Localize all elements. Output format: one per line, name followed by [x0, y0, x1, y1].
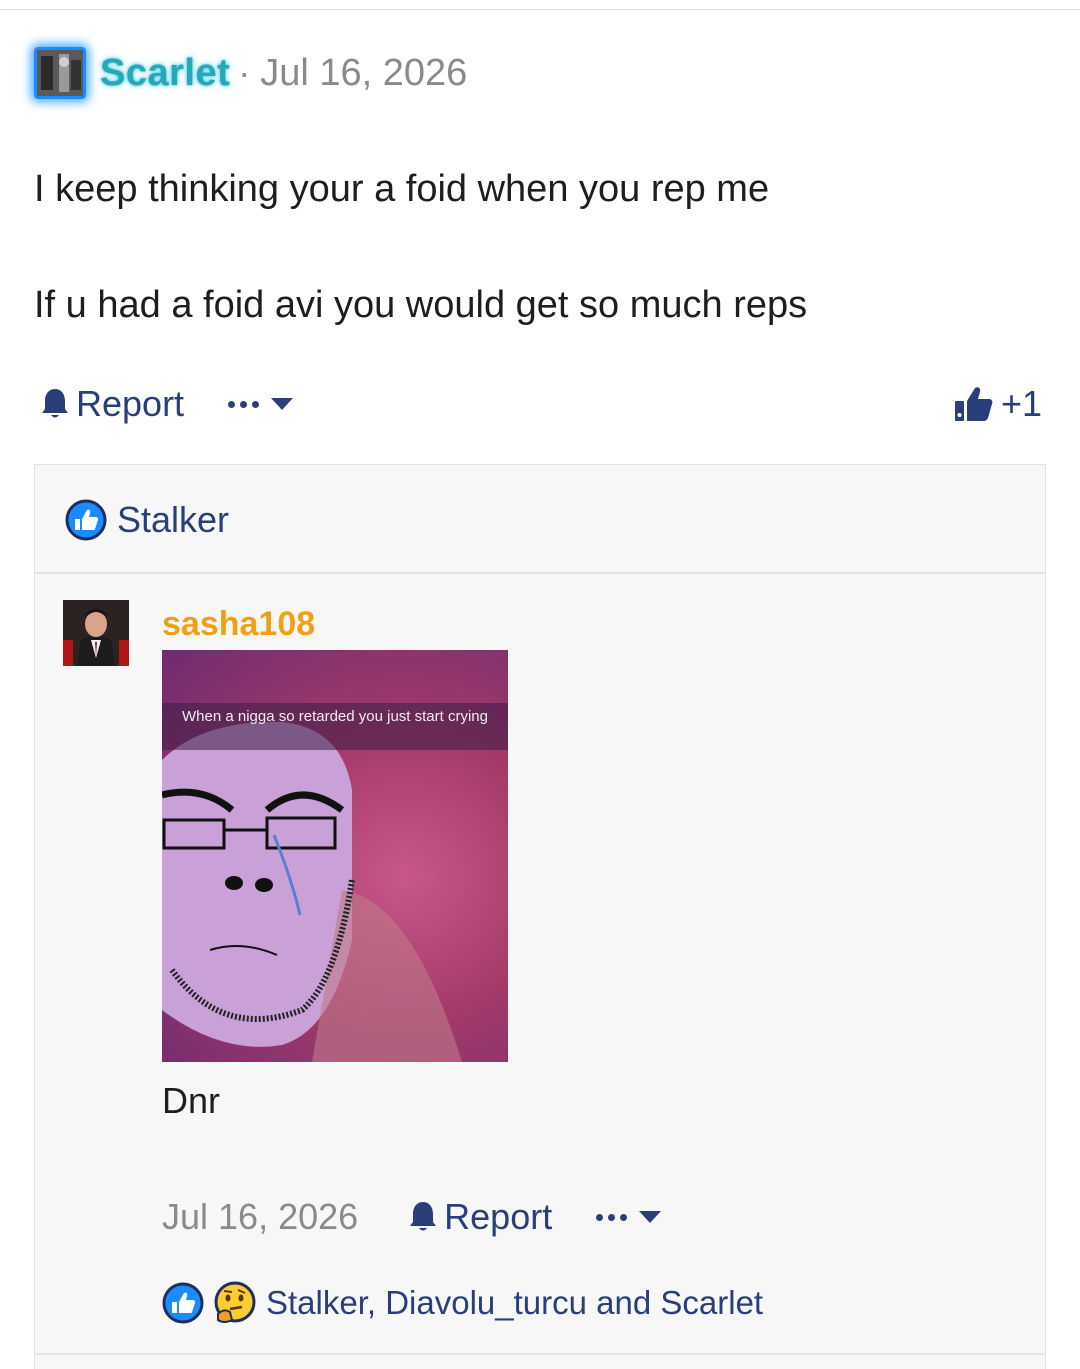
post-actions: Report — [40, 383, 294, 425]
chevron-down-icon — [639, 1211, 662, 1223]
ellipsis-icon — [228, 400, 260, 408]
ellipsis-icon — [596, 1213, 628, 1221]
bell-icon — [410, 1202, 437, 1231]
post-date[interactable]: Jul 16, 2026 — [260, 52, 467, 95]
like-icon — [65, 499, 107, 541]
reply-report-link[interactable]: Report — [408, 1196, 552, 1238]
meme-caption: When a nigga so retarded you just start … — [162, 703, 508, 750]
reply-text: Dnr — [162, 1080, 221, 1121]
bottom-divider — [34, 1353, 1046, 1355]
like-icon — [162, 1282, 204, 1324]
meme-image[interactable]: When a nigga so retarded you just start … — [162, 650, 508, 1062]
separator-dot: · — [238, 52, 251, 93]
reply-actions: Jul 16, 2026 Report — [162, 1196, 662, 1238]
post-username[interactable]: Scarlet — [100, 52, 230, 95]
post-text-line-1: I keep thinking your a foid when you rep… — [34, 168, 770, 210]
reaction-summary[interactable]: Stalker — [65, 499, 229, 541]
reply-user-avatar[interactable] — [63, 600, 129, 666]
reply-more-options-menu[interactable] — [596, 1211, 662, 1223]
more-options-menu[interactable] — [228, 398, 294, 410]
post-text-line-2: If u had a foid avi you would get so muc… — [34, 284, 808, 326]
reactions-bar: Stalker — [35, 465, 1045, 574]
report-label: Report — [76, 383, 185, 424]
reply-username[interactable]: sasha108 — [162, 605, 315, 644]
like-count: +1 — [1000, 383, 1042, 424]
reactions-and-replies: Stalker sasha108 When a nigga so retarde… — [34, 464, 1046, 1369]
thumbs-up-icon — [954, 387, 993, 421]
like-button[interactable]: +1 — [953, 383, 1042, 425]
user-avatar[interactable] — [34, 47, 86, 99]
reply-reactor-names: Stalker, Diavolu_turcu and Scarlet — [266, 1284, 764, 1321]
post-header: Scarlet · Jul 16, 2026 — [34, 45, 467, 101]
reply-report-label: Report — [444, 1196, 553, 1237]
thinking-face-icon — [214, 1281, 256, 1323]
reply-date[interactable]: Jul 16, 2026 — [162, 1196, 358, 1238]
report-link[interactable]: Report — [40, 383, 184, 425]
reactor-name: Stalker — [117, 499, 230, 540]
top-divider — [0, 9, 1080, 10]
chevron-down-icon — [271, 398, 294, 410]
reply-reaction-summary[interactable]: Stalker, Diavolu_turcu and Scarlet — [162, 1280, 763, 1326]
bell-icon — [42, 389, 68, 418]
